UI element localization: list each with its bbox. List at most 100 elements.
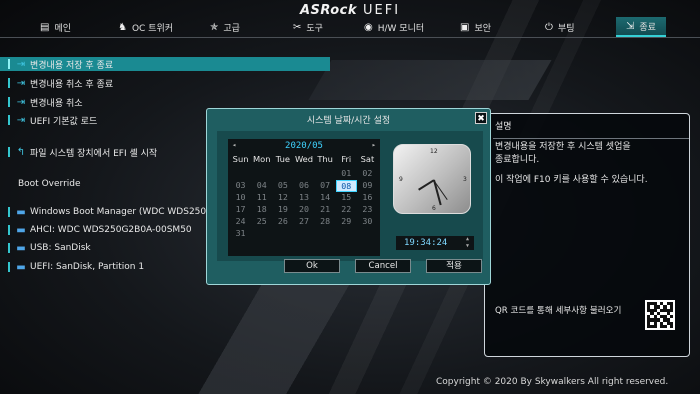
description-text: 변경내용을 저장한 후 시스템 셋업을 (495, 142, 631, 152)
exit-icon: ⇲ (626, 20, 635, 32)
shield-icon: ▣ (460, 21, 470, 33)
list-icon: ▤ (40, 21, 50, 33)
weekday-label: Sun (232, 154, 249, 164)
tab-divider (0, 37, 700, 38)
next-month-icon[interactable]: ▸ (372, 141, 376, 149)
description-text: 이 작업에 F10 키를 사용할 수 있습니다. (495, 175, 648, 185)
calendar-day[interactable]: 14 (315, 192, 336, 204)
boot-item-ahci[interactable]: ▬ AHCI: WDC WDS250G2B0A-00SM50 (8, 223, 192, 237)
clock-number: 6 (432, 205, 436, 212)
power-icon: ⏻ (545, 21, 553, 33)
calendar-header: ◂ 2020/05 ▸ (228, 141, 380, 153)
gauge-icon: ◉ (364, 21, 373, 33)
tab-exit[interactable]: ⇲ 종료 (616, 17, 666, 37)
qr-code-icon[interactable] (645, 300, 675, 330)
calendar-day[interactable]: 16 (357, 192, 378, 204)
calendar-day[interactable]: 29 (336, 216, 357, 228)
calendar-day[interactable]: 11 (251, 192, 272, 204)
calendar-day[interactable]: 19 (272, 204, 293, 216)
description-title: 설명 (495, 122, 512, 132)
tab-hw-monitor[interactable]: ◉ H/W 모니터 (354, 17, 434, 37)
calendar-day[interactable]: 04 (251, 180, 272, 192)
calendar-empty-cell (251, 168, 272, 180)
dialog-title: 시스템 날짜/시간 설정 (306, 116, 391, 126)
menu-item-efi-shell[interactable]: ↰ 파일 시스템 장치에서 EFI 셸 시작 (8, 145, 157, 159)
boot-override-label: Boot Override (18, 179, 81, 189)
calendar-day[interactable]: 20 (293, 204, 314, 216)
calendar-month: 2020/05 (285, 141, 323, 151)
clock-number: 3 (463, 176, 467, 183)
menu-item-load-defaults[interactable]: ⇥ UEFI 기본값 로드 (8, 113, 97, 127)
time-spinner-icon[interactable]: ▲ ▼ (466, 236, 469, 250)
weekday-label: Fri (341, 154, 352, 164)
folder-icon: ▬ (16, 224, 26, 236)
calendar-day[interactable]: 02 (357, 168, 378, 180)
boot-item-usb[interactable]: ▬ USB: SanDisk (8, 241, 91, 255)
calendar-day[interactable]: 31 (230, 228, 251, 240)
calendar-day[interactable]: 17 (230, 204, 251, 216)
calendar-day[interactable]: 03 (230, 180, 251, 192)
calendar-day[interactable]: 22 (336, 204, 357, 216)
folder-icon: ▬ (16, 206, 26, 218)
calendar-empty-cell (230, 168, 251, 180)
calendar: ◂ 2020/05 ▸ Sun Mon Tue Wed Thu Fri Sat 01 02 03… (228, 139, 380, 256)
calendar-empty-cell (272, 168, 293, 180)
close-button[interactable]: ✖ (475, 112, 487, 124)
calendar-day[interactable]: 06 (293, 180, 314, 192)
exit-arrow-icon: ⇥ (16, 114, 26, 126)
qr-label: QR 코드를 통해 세부사항 불러오기 (495, 306, 622, 316)
tab-main[interactable]: ▤ 메인 (30, 17, 81, 37)
exit-arrow-icon: ⇥ (16, 77, 26, 89)
tab-security[interactable]: ▣ 보안 (450, 17, 501, 37)
calendar-day[interactable]: 01 (336, 168, 357, 180)
calendar-day[interactable]: 25 (251, 216, 272, 228)
menu-item-save-exit[interactable]: ⇥ 변경내용 저장 후 종료 (0, 57, 330, 71)
analog-clock: 12 3 6 9 (393, 144, 471, 214)
weekday-label: Tue (275, 154, 290, 164)
calendar-day[interactable]: 13 (293, 192, 314, 204)
boot-item-windows[interactable]: ▬ Windows Boot Manager (WDC WDS250G2B0 (8, 205, 231, 219)
weekday-label: Thu (317, 154, 333, 164)
folder-icon: ▬ (16, 261, 26, 273)
menu-item-discard[interactable]: ⇥ 변경내용 취소 (8, 95, 83, 109)
tab-tools[interactable]: ✂ 도구 (283, 17, 333, 37)
folder-icon: ▬ (16, 242, 26, 254)
brand-logo: ASRock UEFI (299, 3, 401, 18)
tab-oc-tweaker[interactable]: ♞ OC 트위커 (108, 17, 183, 37)
calendar-day[interactable]: 28 (315, 216, 336, 228)
calendar-day[interactable]: 05 (272, 180, 293, 192)
calendar-day[interactable]: 26 (272, 216, 293, 228)
weekday-label: Mon (252, 154, 271, 164)
menu-item-discard-exit[interactable]: ⇥ 변경내용 취소 후 종료 (8, 76, 113, 90)
calendar-day[interactable]: 09 (357, 180, 378, 192)
day-grid: 01 02 03 04 05 06 07 08 09 10 11 12 13 14 15 16 17 18 19 20… (230, 168, 378, 240)
calendar-day[interactable]: 24 (230, 216, 251, 228)
tab-advanced[interactable]: ✯ 고급 (200, 17, 250, 37)
calendar-day[interactable]: 12 (272, 192, 293, 204)
calendar-day[interactable]: 27 (293, 216, 314, 228)
tools-icon: ✂ (293, 21, 302, 33)
apply-button[interactable]: 적용 (426, 259, 482, 273)
weekday-label: Wed (294, 154, 314, 164)
exit-arrow-icon: ⇥ (16, 58, 26, 70)
top-tab-bar: ▤ 메인 ♞ OC 트위커 ✯ 고급 ✂ 도구 ◉ H/W 모니터 ▣ 보안 ⏻ 부팅 ⇲ 종료 (0, 17, 700, 37)
calendar-day[interactable]: 10 (230, 192, 251, 204)
calendar-day[interactable]: 23 (357, 204, 378, 216)
calendar-empty-cell (315, 168, 336, 180)
ok-button[interactable]: Ok (284, 259, 340, 273)
boot-item-uefi-sandisk[interactable]: ▬ UEFI: SanDisk, Partition 1 (8, 260, 144, 274)
background-graphic-bar (308, 60, 552, 100)
calendar-day[interactable]: 30 (357, 216, 378, 228)
calendar-day[interactable]: 08 (335, 180, 357, 192)
time-field[interactable]: 19:34:24 ▲ ▼ (396, 236, 474, 250)
calendar-day[interactable]: 07 (315, 180, 336, 192)
tab-boot[interactable]: ⏻ 부팅 (535, 17, 584, 37)
calendar-day[interactable]: 15 (336, 192, 357, 204)
footer-copyright: Copyright © 2020 By Skywalkers All right… (436, 377, 669, 387)
calendar-day[interactable]: 21 (315, 204, 336, 216)
description-panel: 설명 변경내용을 저장한 후 시스템 셋업을 종료합니다. 이 작업에 F10 … (484, 113, 690, 357)
divider (493, 138, 689, 139)
calendar-empty-cell (293, 168, 314, 180)
cancel-button[interactable]: Cancel (355, 259, 411, 273)
calendar-day[interactable]: 18 (251, 204, 272, 216)
